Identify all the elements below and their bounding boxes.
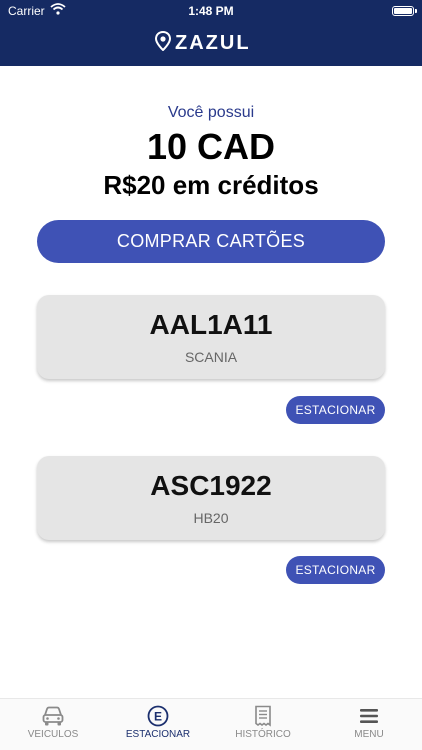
- location-pin-icon: [154, 30, 172, 56]
- tab-label: HISTÓRICO: [235, 729, 291, 740]
- battery-icon: [392, 6, 417, 16]
- vehicle-model: HB20: [193, 510, 229, 526]
- buy-cards-button[interactable]: COMPRAR CARTÕES: [37, 220, 385, 263]
- tab-park[interactable]: E ESTACIONAR: [113, 705, 203, 740]
- hamburger-menu-icon: [360, 709, 378, 723]
- status-time: 1:48 PM: [188, 4, 234, 18]
- vehicle-card[interactable]: AAL1A11 SCANIA: [37, 295, 385, 379]
- credits-brl-amount: R$20 em créditos: [103, 170, 319, 200]
- vehicle-card[interactable]: ASC1922 HB20: [37, 456, 385, 540]
- brand-logo: ZAZUL: [154, 30, 251, 56]
- svg-text:E: E: [154, 710, 162, 724]
- bottom-tab-bar: VEICULOS E ESTACIONAR HISTÓRICO MENU: [0, 698, 422, 750]
- credits-cad-amount: 10 CAD: [146, 126, 276, 167]
- tab-menu[interactable]: MENU: [324, 705, 414, 740]
- status-bar: Carrier 1:48 PM: [0, 0, 422, 22]
- tab-history[interactable]: HISTÓRICO: [218, 705, 308, 740]
- vehicle-plate: ASC1922: [150, 470, 272, 501]
- vehicle-model: SCANIA: [184, 349, 238, 365]
- vehicle-plate: AAL1A11: [149, 309, 273, 340]
- park-button[interactable]: ESTACIONAR: [286, 396, 385, 424]
- app-header: Carrier 1:48 PM ZAZUL: [0, 0, 422, 66]
- parking-icon: E: [147, 705, 169, 727]
- tab-label: MENU: [354, 729, 384, 740]
- car-icon: [42, 706, 64, 726]
- tab-vehicles[interactable]: VEICULOS: [8, 705, 98, 740]
- park-button[interactable]: ESTACIONAR: [286, 556, 385, 584]
- brand-name: ZAZUL: [175, 31, 251, 54]
- tab-label: ESTACIONAR: [125, 729, 191, 740]
- tab-label: VEICULOS: [27, 729, 79, 740]
- credits-intro: Você possui: [167, 104, 255, 121]
- receipt-icon: [255, 705, 271, 727]
